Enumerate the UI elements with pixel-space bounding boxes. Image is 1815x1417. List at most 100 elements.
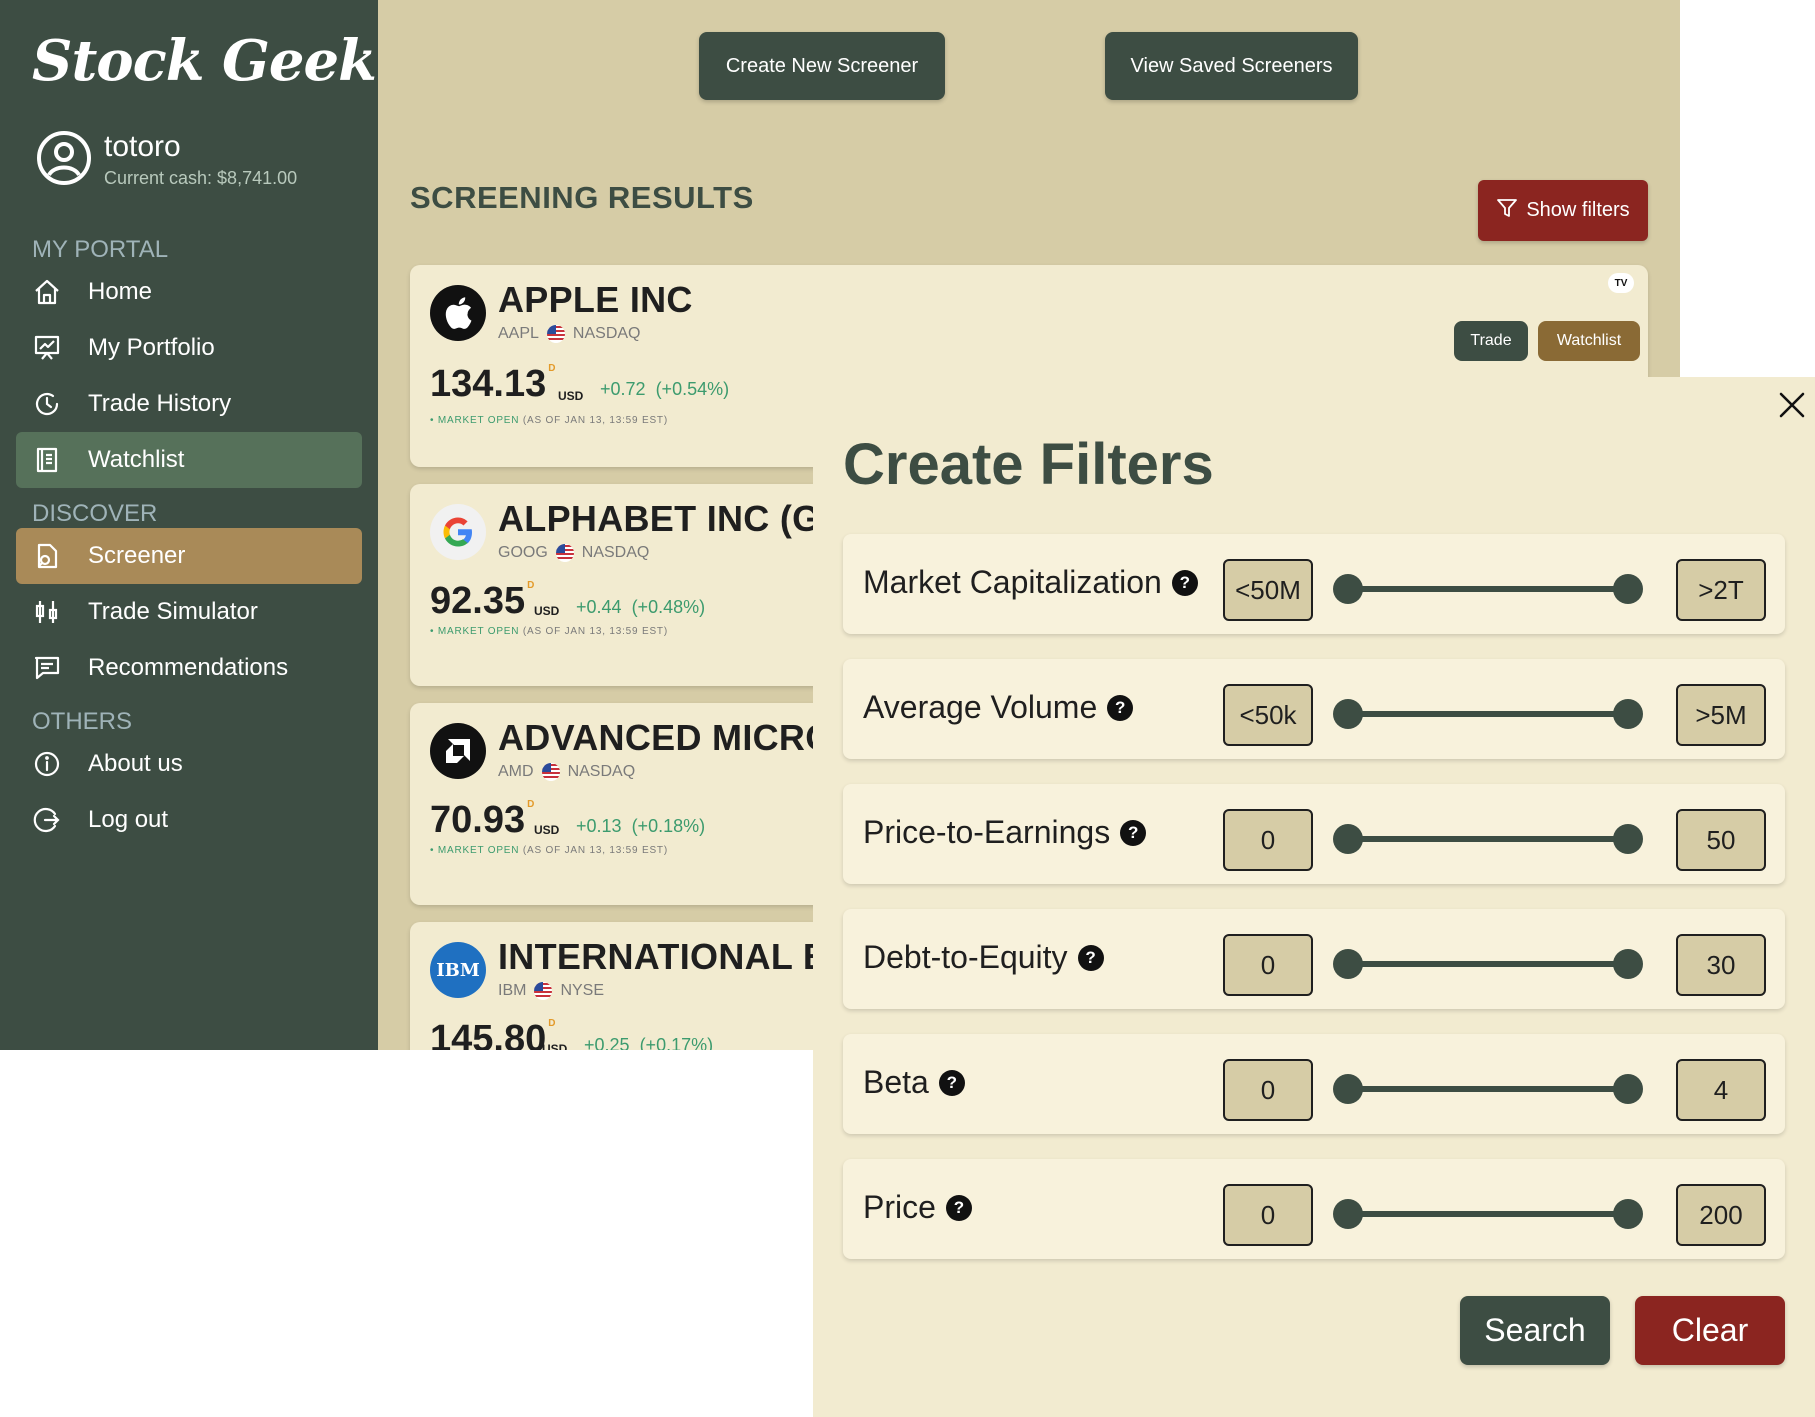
market-timestamp: (AS OF JAN 13, 13:59 EST) <box>522 626 668 637</box>
stock-change: +0.25 (+0.17%) <box>584 1035 713 1050</box>
filter-min-value[interactable]: <50k <box>1223 684 1313 746</box>
stock-ticker-line: AMD NASDAQ <box>498 763 635 781</box>
help-icon[interactable]: ? <box>1171 569 1198 596</box>
sidebar-item-screener[interactable]: Screener <box>16 528 362 584</box>
user-profile[interactable]: totoro Current cash: $8,741.00 <box>36 130 297 191</box>
range-slider[interactable] <box>1333 1199 1643 1229</box>
stock-change: +0.13 (+0.18%) <box>576 816 705 837</box>
info-icon <box>32 749 62 779</box>
sidebar-item-recommendations[interactable]: Recommendations <box>16 640 362 696</box>
stock-change-pct: (+0.48%) <box>631 597 706 617</box>
ibm-logo-text: IBM <box>436 959 480 981</box>
market-status-text: MARKET OPEN <box>437 845 520 856</box>
help-icon[interactable]: ? <box>1077 944 1104 971</box>
stock-change-value: +0.25 <box>584 1035 630 1050</box>
slider-max-handle[interactable] <box>1613 824 1643 854</box>
filter-max-value[interactable]: >5M <box>1676 684 1766 746</box>
sidebar-item-home[interactable]: Home <box>16 264 362 320</box>
help-icon[interactable]: ? <box>938 1069 965 1096</box>
stock-ticker: IBM <box>498 982 527 999</box>
filter-max-value[interactable]: 50 <box>1676 809 1766 871</box>
stock-price-line: 92.35 D <box>430 580 534 623</box>
slider-max-handle[interactable] <box>1613 699 1643 729</box>
filter-label-text: Beta <box>863 1064 929 1100</box>
us-flag-icon <box>534 982 553 1000</box>
current-cash: Current cash: $8,741.00 <box>104 168 298 188</box>
filter-min-value[interactable]: 0 <box>1223 1059 1313 1121</box>
range-slider[interactable] <box>1333 699 1643 729</box>
sidebar-item-about-us[interactable]: About us <box>16 736 362 792</box>
watchlist-button[interactable]: Watchlist <box>1538 321 1640 361</box>
section-title-others: OTHERS <box>32 708 133 735</box>
filter-max-value[interactable]: >2T <box>1676 559 1766 621</box>
view-saved-screeners-button[interactable]: View Saved Screeners <box>1105 32 1358 100</box>
range-slider[interactable] <box>1333 1074 1643 1104</box>
range-slider[interactable] <box>1333 949 1643 979</box>
help-icon[interactable]: ? <box>945 1194 972 1221</box>
results-title: SCREENING RESULTS <box>410 180 754 215</box>
filter-max-value[interactable]: 4 <box>1676 1059 1766 1121</box>
slider-max-handle[interactable] <box>1613 1199 1643 1229</box>
create-new-screener-button[interactable]: Create New Screener <box>699 32 945 100</box>
stock-ticker: AAPL <box>498 325 539 342</box>
filter-min-value[interactable]: <50M <box>1223 559 1313 621</box>
screener-icon <box>32 541 62 571</box>
market-status: • MARKET OPEN (AS OF JAN 13, 13:59 EST) <box>430 845 668 856</box>
sidebar-item-trade-simulator[interactable]: Trade Simulator <box>16 584 362 640</box>
slider-track <box>1353 961 1623 967</box>
sidebar-item-label: Trade History <box>88 390 232 417</box>
range-slider[interactable] <box>1333 574 1643 604</box>
market-status-text: MARKET OPEN <box>437 415 520 426</box>
clear-button[interactable]: Clear <box>1635 1296 1785 1365</box>
filter-max-value[interactable]: 30 <box>1676 934 1766 996</box>
slider-track <box>1353 1086 1623 1092</box>
slider-max-handle[interactable] <box>1613 949 1643 979</box>
slider-min-handle[interactable] <box>1333 574 1363 604</box>
slider-min-handle[interactable] <box>1333 949 1363 979</box>
sidebar-item-my-portfolio[interactable]: My Portfolio <box>16 320 362 376</box>
portfolio-icon <box>32 333 62 363</box>
help-icon[interactable]: ? <box>1107 694 1134 721</box>
sidebar-item-label: About us <box>88 750 183 777</box>
market-open-indicator: • MARKET OPEN <box>430 845 520 856</box>
market-timestamp: (AS OF JAN 13, 13:59 EST) <box>522 415 668 426</box>
amd-logo-icon <box>430 723 486 779</box>
sidebar-item-label: Recommendations <box>88 654 289 681</box>
tradingview-icon[interactable]: TV <box>1608 273 1634 293</box>
search-button[interactable]: Search <box>1460 1296 1610 1365</box>
filter-label-text: Price-to-Earnings <box>863 814 1111 850</box>
filter-min-value[interactable]: 0 <box>1223 1184 1313 1246</box>
user-avatar-icon <box>36 130 92 191</box>
google-logo-icon <box>430 504 486 560</box>
filter-max-value[interactable]: 200 <box>1676 1184 1766 1246</box>
ibm-logo-icon: IBM <box>430 942 486 998</box>
slider-max-handle[interactable] <box>1613 1074 1643 1104</box>
slider-min-handle[interactable] <box>1333 824 1363 854</box>
sidebar-item-watchlist[interactable]: Watchlist <box>16 432 362 488</box>
app-logo[interactable]: Stock Geek <box>32 28 377 94</box>
slider-min-handle[interactable] <box>1333 1199 1363 1229</box>
sidebar-item-trade-history[interactable]: Trade History <box>16 376 362 432</box>
slider-min-handle[interactable] <box>1333 699 1363 729</box>
stock-name: APPLE INC <box>498 279 693 320</box>
filter-min-value[interactable]: 0 <box>1223 809 1313 871</box>
filter-row-market-cap: Market Capitalization? <50M >2T <box>843 534 1785 634</box>
market-status-text: MARKET OPEN <box>437 626 520 637</box>
slider-min-handle[interactable] <box>1333 1074 1363 1104</box>
stock-change-value: +0.72 <box>600 379 646 399</box>
trade-button[interactable]: Trade <box>1454 321 1528 361</box>
username: totoro <box>104 130 181 163</box>
filter-min-value[interactable]: 0 <box>1223 934 1313 996</box>
price-delay-marker: D <box>548 363 556 374</box>
market-status: • MARKET OPEN (AS OF JAN 13, 13:59 EST) <box>430 415 668 426</box>
filter-label: Market Capitalization? <box>863 564 1198 601</box>
us-flag-icon <box>541 763 560 781</box>
sidebar-item-log-out[interactable]: Log out <box>16 792 362 848</box>
help-icon[interactable]: ? <box>1120 819 1147 846</box>
price-delay-marker: D <box>527 580 535 591</box>
filter-icon <box>1496 197 1526 225</box>
close-icon[interactable] <box>1776 389 1808 421</box>
slider-max-handle[interactable] <box>1613 574 1643 604</box>
range-slider[interactable] <box>1333 824 1643 854</box>
show-filters-button[interactable]: Show filters <box>1478 180 1648 241</box>
